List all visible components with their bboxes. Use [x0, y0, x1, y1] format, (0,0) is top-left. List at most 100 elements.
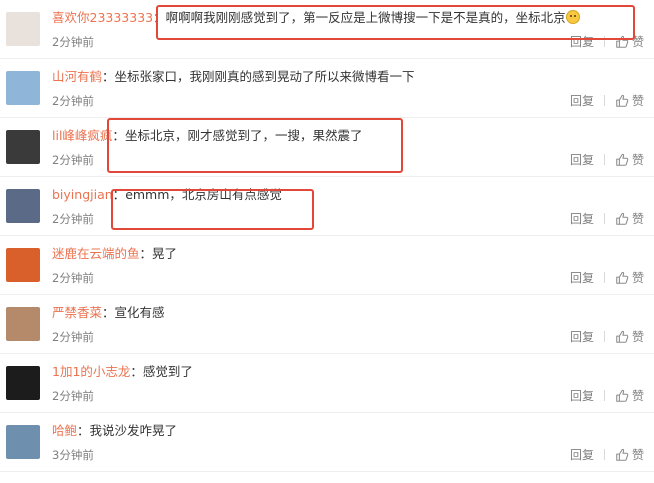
username-link[interactable]: 哈鲍 — [52, 423, 77, 438]
username-link[interactable]: 喜欢你23333333 — [52, 10, 153, 25]
avatar[interactable] — [6, 189, 40, 223]
timestamp: 3分钟前 — [52, 448, 94, 462]
thumbs-up-icon — [616, 389, 629, 402]
reply-button[interactable]: 回复 — [570, 269, 594, 286]
comment-item: 1加1的小志龙：感觉到了 2分钟前 回复 赞 — [0, 354, 654, 413]
comment-text: 我说沙发咋晃了 — [89, 423, 178, 438]
timestamp: 2分钟前 — [52, 35, 94, 49]
username-link[interactable]: biyingjian — [52, 187, 113, 202]
like-label: 赞 — [631, 35, 644, 49]
username-link[interactable]: lil峰峰疯疯 — [52, 128, 112, 143]
like-label: 赞 — [631, 389, 644, 403]
colon-separator: ： — [102, 305, 115, 320]
reply-button[interactable]: 回复 — [570, 328, 594, 345]
emoji-icon — [565, 10, 580, 24]
comment-actions: 回复 赞 — [570, 210, 644, 227]
comment-item: 喜欢你23333333：啊啊啊我刚刚感觉到了，第一反应是上微博搜一下是不是真的，… — [0, 0, 654, 59]
avatar[interactable] — [6, 366, 40, 400]
like-button[interactable]: 赞 — [615, 92, 644, 109]
username-link[interactable]: 迷鹿在云端的鱼 — [52, 246, 140, 261]
comment-text: 坐标北京，刚才感觉到了，一搜，果然震了 — [124, 128, 363, 143]
like-button[interactable]: 赞 — [615, 387, 644, 404]
timestamp: 2分钟前 — [52, 212, 94, 226]
thumbs-up-icon — [616, 330, 629, 343]
comment-content: 严禁香菜：宣化有感 — [52, 304, 165, 322]
thumbs-up-icon — [616, 94, 629, 107]
comment-actions: 回复 赞 — [570, 33, 644, 50]
action-divider — [603, 95, 605, 106]
comment-actions: 回复 赞 — [570, 446, 644, 463]
comment-content: 哈鲍：我说沙发咋晃了 — [52, 422, 177, 440]
comment-item: 迷鹿在云端的鱼：晃了 2分钟前 回复 赞 — [0, 236, 654, 295]
comment-text: emmm，北京房山有点感觉 — [125, 187, 282, 202]
thumbs-up-icon — [616, 35, 629, 48]
like-button[interactable]: 赞 — [615, 33, 644, 50]
username-link[interactable]: 严禁香菜 — [52, 305, 102, 320]
reply-button[interactable]: 回复 — [570, 387, 594, 404]
like-label: 赞 — [631, 153, 644, 167]
comment-actions: 回复 赞 — [570, 269, 644, 286]
like-button[interactable]: 赞 — [615, 328, 644, 345]
username-link[interactable]: 1加1的小志龙 — [52, 364, 130, 379]
action-divider — [603, 390, 605, 401]
like-button[interactable]: 赞 — [615, 210, 644, 227]
comment-item: biyingjian：emmm，北京房山有点感觉 2分钟前 回复 赞 — [0, 177, 654, 236]
like-label: 赞 — [631, 330, 644, 344]
timestamp: 2分钟前 — [52, 153, 94, 167]
comment-content: 迷鹿在云端的鱼：晃了 — [52, 245, 177, 263]
comment-item: lil峰峰疯疯：坐标北京，刚才感觉到了，一搜，果然震了 2分钟前 回复 赞 — [0, 118, 654, 177]
action-divider — [603, 154, 605, 165]
comment-text: 宣化有感 — [114, 305, 165, 320]
comment-text: 坐标张家口，我刚刚真的感到晃动了所以来微博看一下 — [114, 69, 415, 84]
like-button[interactable]: 赞 — [615, 446, 644, 463]
like-button[interactable]: 赞 — [615, 151, 644, 168]
comment-content: 山河有鹤：坐标张家口，我刚刚真的感到晃动了所以来微博看一下 — [52, 68, 415, 86]
username-link[interactable]: 山河有鹤 — [52, 69, 102, 84]
colon-separator: ： — [139, 246, 153, 261]
action-divider — [603, 272, 605, 283]
comment-actions: 回复 赞 — [570, 387, 644, 404]
comment-content: 1加1的小志龙：感觉到了 — [52, 363, 193, 381]
colon-separator: ： — [102, 69, 115, 84]
reply-button[interactable]: 回复 — [570, 151, 594, 168]
comment-item: 严禁香菜：宣化有感 2分钟前 回复 赞 — [0, 295, 654, 354]
timestamp: 2分钟前 — [52, 389, 94, 403]
thumbs-up-icon — [616, 153, 629, 166]
like-label: 赞 — [631, 271, 644, 285]
thumbs-up-icon — [616, 448, 629, 461]
comment-list: 喜欢你23333333 ： 啊啊啊我刚刚感觉到了，第一反应是上微博搜一下是不是真的，… — [0, 0, 654, 483]
timestamp: 2分钟前 — [52, 94, 94, 108]
like-label: 赞 — [631, 448, 644, 462]
reply-button[interactable]: 回复 — [570, 446, 594, 463]
avatar[interactable] — [6, 130, 40, 164]
colon-separator: ： — [130, 364, 143, 379]
avatar[interactable] — [6, 425, 40, 459]
avatar[interactable] — [6, 248, 40, 282]
avatar[interactable] — [6, 71, 40, 105]
like-button[interactable]: 赞 — [615, 269, 644, 286]
comment-item: 哈鲍：我说沙发咋晃了 3分钟前 回复 赞 — [0, 413, 654, 472]
comment-text: 感觉到了 — [142, 364, 193, 379]
action-divider — [603, 36, 605, 47]
comment-actions: 回复 赞 — [570, 151, 644, 168]
comment-content: lil峰峰疯疯：坐标北京，刚才感觉到了，一搜，果然震了 — [52, 127, 362, 145]
comment-actions: 回复 赞 — [570, 92, 644, 109]
reply-button[interactable]: 回复 — [570, 210, 594, 227]
avatar[interactable] — [6, 12, 40, 46]
colon-separator: ： — [112, 128, 125, 143]
action-divider — [603, 331, 605, 342]
colon-separator: ： — [77, 423, 90, 438]
action-divider — [603, 449, 605, 460]
comment-text: 啊啊啊我刚刚感觉到了，第一反应是上微博搜一下是不是真的，坐标北京 — [165, 10, 566, 25]
like-label: 赞 — [631, 94, 644, 108]
comment-content: 喜欢你23333333：啊啊啊我刚刚感觉到了，第一反应是上微博搜一下是不是真的，… — [52, 9, 580, 27]
reply-button[interactable]: 回复 — [570, 92, 594, 109]
timestamp: 2分钟前 — [52, 271, 94, 285]
timestamp: 2分钟前 — [52, 330, 94, 344]
comment-text: 晃了 — [152, 246, 178, 261]
colon-separator: ： — [112, 187, 126, 202]
reply-button[interactable]: 回复 — [570, 33, 594, 50]
thumbs-up-icon — [616, 271, 629, 284]
avatar[interactable] — [6, 307, 40, 341]
action-divider — [603, 213, 605, 224]
